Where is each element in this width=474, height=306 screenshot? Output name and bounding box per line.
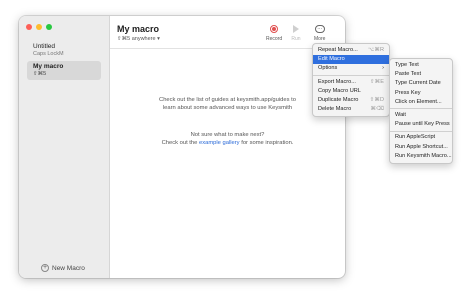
submenu-item-run-keysmith-macro[interactable]: Run Keysmith Macro...	[390, 152, 452, 161]
sidebar: Untitled Caps LockM My macro ⇧⌘5 + New M…	[19, 16, 110, 278]
menu-item-duplicate-macro[interactable]: Duplicate Macro ⇧⌘D	[313, 96, 389, 105]
maximize-button[interactable]	[46, 24, 52, 30]
submenu-item-label: Run Keysmith Macro...	[395, 152, 452, 159]
run-label: Run	[291, 36, 301, 42]
app-window: Untitled Caps LockM My macro ⇧⌘5 + New M…	[19, 16, 345, 278]
submenu-item-label: Click on Element...	[395, 98, 442, 105]
submenu-item-label: Wait	[395, 111, 406, 118]
gallery-hint: Not sure what to make next? Check out th…	[110, 131, 345, 147]
submenu-item-label: Paste Text	[395, 71, 422, 78]
edit-macro-submenu: Type Text Paste Text Type Current Date P…	[389, 58, 453, 164]
sidebar-item-label: Untitled	[33, 43, 56, 50]
traffic-lights	[26, 24, 52, 30]
scope-dropdown[interactable]: anywhere ▾	[132, 36, 160, 42]
menu-item-shortcut: ⇧⌘E	[369, 78, 384, 85]
menu-item-repeat-macro[interactable]: Repeat Macro... ⌥⌘R	[313, 46, 389, 55]
gallery-hint-line2: Check out the example gallery for some i…	[110, 139, 345, 147]
submenu-item-label: Press Key	[395, 89, 421, 96]
chevron-right-icon: ›	[382, 65, 384, 72]
guides-hint-line1: Check out the list of guides at keysmith…	[159, 97, 296, 103]
submenu-item-label: Type Current Date	[395, 80, 441, 87]
menu-item-export-macro[interactable]: Export Macro... ⇧⌘E	[313, 78, 389, 87]
menu-item-label: Delete Macro	[318, 106, 352, 113]
example-gallery-link[interactable]: example gallery	[199, 140, 240, 146]
submenu-item-press-key[interactable]: Press Key	[390, 89, 452, 98]
run-button[interactable]: Run	[291, 24, 301, 42]
sidebar-item-untitled[interactable]: Untitled Caps LockM	[27, 41, 101, 60]
new-macro-label: New Macro	[52, 264, 85, 272]
menu-item-copy-macro-url[interactable]: Copy Macro URL	[313, 87, 389, 96]
submenu-item-label: Pause until Key Press	[395, 121, 450, 128]
menu-separator	[313, 75, 389, 77]
scope-label: anywhere	[131, 36, 156, 42]
submenu-item-wait[interactable]: Wait	[390, 111, 452, 120]
submenu-item-label: Run AppleScript	[395, 134, 436, 141]
record-button[interactable]: Record	[266, 24, 282, 42]
gallery-hint-pre: Check out the	[161, 140, 198, 146]
close-button[interactable]	[26, 24, 32, 30]
submenu-item-run-applescript[interactable]: Run AppleScript	[390, 133, 452, 142]
sidebar-item-shortcut: Caps LockM	[33, 51, 64, 57]
menu-item-label: Copy Macro URL	[318, 87, 361, 94]
record-label: Record	[266, 36, 283, 42]
menu-item-shortcut: ⌘⌫	[370, 106, 384, 113]
menu-separator	[390, 108, 452, 110]
more-label: More	[314, 36, 326, 42]
macro-header: My macro ⇧⌘5 anywhere ▾ Record Run ··· M…	[110, 16, 345, 49]
menu-item-edit-macro[interactable]: Edit Macro	[313, 55, 389, 65]
menu-item-label: Export Macro...	[318, 78, 356, 85]
submenu-item-run-apple-shortcut[interactable]: Run Apple Shortcut...	[390, 143, 452, 152]
submenu-item-paste-text[interactable]: Paste Text	[390, 70, 452, 79]
submenu-item-label: Run Apple Shortcut...	[395, 143, 448, 150]
macro-trigger: ⇧⌘5 anywhere ▾	[117, 36, 160, 42]
submenu-item-type-current-date[interactable]: Type Current Date	[390, 79, 452, 88]
menu-item-delete-macro[interactable]: Delete Macro ⌘⌫	[313, 105, 389, 114]
submenu-item-click-on-element[interactable]: Click on Element...	[390, 98, 452, 107]
minimize-button[interactable]	[36, 24, 42, 30]
gallery-hint-line1: Not sure what to make next?	[190, 132, 265, 138]
guides-hint-line2: learn about some advanced ways to use Ke…	[162, 105, 293, 111]
record-icon	[270, 25, 279, 33]
sidebar-item-my-macro[interactable]: My macro ⇧⌘5	[27, 61, 101, 80]
sidebar-item-shortcut: ⇧⌘5	[33, 71, 47, 77]
submenu-item-type-text[interactable]: Type Text	[390, 61, 452, 70]
main-panel: My macro ⇧⌘5 anywhere ▾ Record Run ··· M…	[110, 16, 345, 278]
menu-item-label: Edit Macro	[318, 56, 345, 63]
sidebar-item-label: My macro	[33, 63, 64, 70]
menu-item-label: Options	[318, 65, 338, 72]
menu-item-options[interactable]: Options ›	[313, 64, 389, 73]
plus-icon: +	[41, 264, 49, 272]
guides-hint: Check out the list of guides at keysmith…	[110, 96, 345, 112]
shortcut-badge[interactable]: ⇧⌘5	[117, 36, 130, 42]
menu-item-label: Duplicate Macro	[318, 96, 359, 103]
submenu-item-label: Type Text	[395, 62, 419, 68]
play-icon	[293, 25, 299, 33]
menu-item-label: Repeat Macro...	[318, 47, 358, 53]
page-title: My macro	[117, 24, 160, 34]
submenu-item-pause-until-key-press[interactable]: Pause until Key Press	[390, 120, 452, 129]
menu-item-shortcut: ⇧⌘D	[369, 96, 384, 103]
more-icon: ···	[314, 25, 325, 33]
more-button[interactable]: ··· More	[314, 24, 325, 42]
more-menu: Repeat Macro... ⌥⌘R Edit Macro Options ›…	[312, 43, 390, 118]
menu-separator	[390, 130, 452, 132]
new-macro-button[interactable]: + New Macro	[41, 264, 85, 272]
gallery-hint-post: for some inspiration.	[241, 140, 294, 146]
chevron-down-icon: ▾	[157, 36, 160, 42]
menu-item-shortcut: ⌥⌘R	[367, 47, 384, 53]
